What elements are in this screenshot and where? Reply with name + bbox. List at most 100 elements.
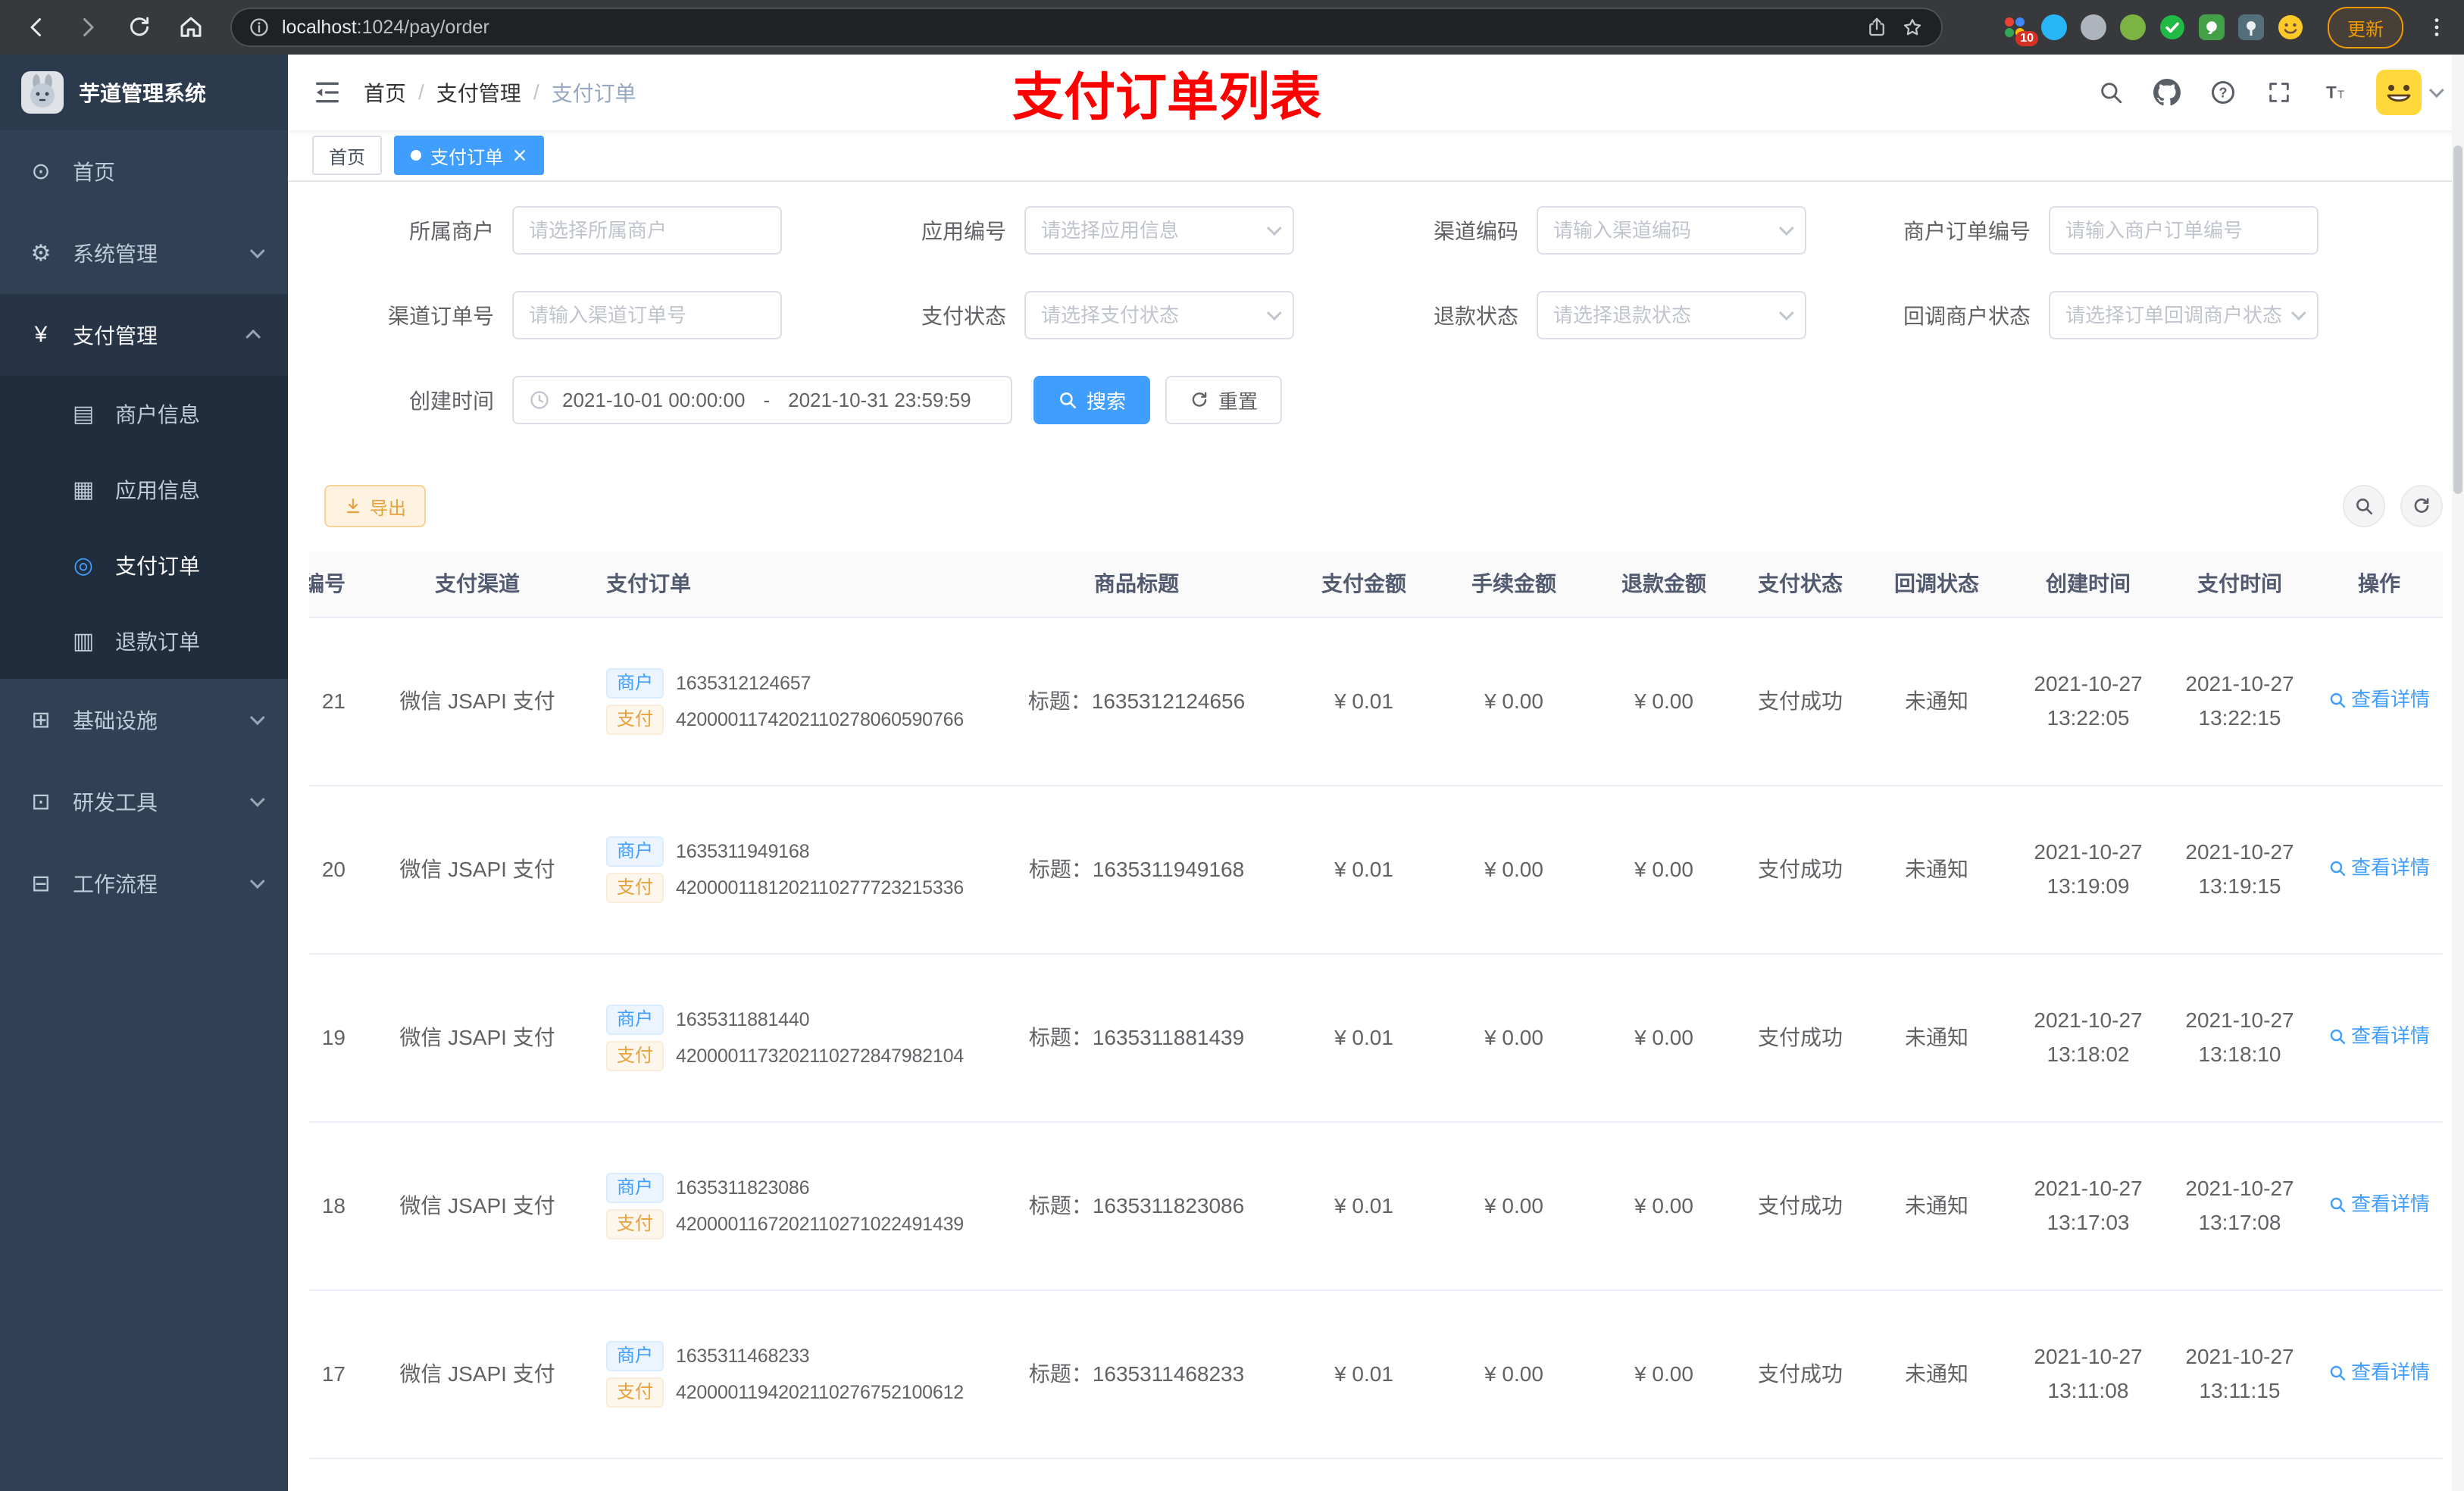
filter-select[interactable]: [2049, 291, 2319, 339]
scrollbar[interactable]: [2452, 55, 2464, 1491]
filter-row-1: 所属商户 应用编号 渠道编码 商户订单编号: [324, 206, 2443, 255]
view-detail-link[interactable]: 查看详情: [2328, 1189, 2430, 1221]
header-actions: ? TT: [2096, 70, 2444, 115]
back-icon: [30, 18, 41, 36]
extension-badge: 10: [2015, 31, 2038, 46]
font-size-button[interactable]: TT: [2320, 77, 2350, 108]
sidebar-item-label: 工作流程: [73, 873, 158, 896]
home-button[interactable]: [170, 6, 212, 48]
browser-update-button[interactable]: 更新: [2328, 6, 2403, 48]
github-button[interactable]: [2152, 77, 2182, 108]
browser-menu-button[interactable]: [2425, 14, 2449, 41]
view-detail-link[interactable]: 查看详情: [2328, 1357, 2430, 1389]
pay-badge: 支付: [606, 873, 664, 903]
avatar[interactable]: [2376, 70, 2422, 115]
close-icon[interactable]: [512, 148, 527, 163]
app-logo[interactable]: 芋道管理系统: [0, 55, 288, 130]
scrollbar-thumb[interactable]: [2453, 145, 2462, 494]
url-text: localhost:1024/pay/order: [282, 17, 1853, 39]
back-button[interactable]: [15, 6, 58, 48]
sidebar-item-infrastructure[interactable]: ⊞ 基础设施: [0, 679, 288, 761]
pay-badge: 支付: [606, 1209, 664, 1239]
column-header: 操作: [2357, 571, 2400, 595]
column-header: 手续金额: [1471, 571, 1556, 595]
sidebar-item-payment-mgmt[interactable]: ¥ 支付管理: [0, 294, 288, 376]
extension-icon-drop[interactable]: [2041, 14, 2067, 40]
extension-icon-pin[interactable]: [2238, 14, 2264, 40]
filter-field: 商户订单编号: [1861, 206, 2319, 255]
fullscreen-button[interactable]: [2264, 77, 2294, 108]
fold-icon: [316, 82, 339, 103]
refresh-table-button[interactable]: [2400, 485, 2443, 527]
filter-input-field[interactable]: [529, 303, 765, 327]
sidebar-item-refund-order[interactable]: ▥ 退款订单: [0, 603, 288, 679]
filter-field: 退款状态: [1349, 291, 1806, 339]
cell-pay-time: 2021-10-27 13:22:15: [2164, 667, 2315, 736]
extension-icon-gray[interactable]: [2081, 14, 2106, 40]
refresh-icon: [1192, 392, 1207, 407]
filter-input-field[interactable]: [2065, 218, 2302, 242]
filter-select[interactable]: [1024, 206, 1294, 255]
chevron-up-icon: [245, 329, 261, 345]
filter-select[interactable]: [1537, 291, 1806, 339]
filter-input-field[interactable]: [1553, 218, 1770, 242]
sidebar-item-workflow[interactable]: ⊟ 工作流程: [0, 842, 288, 924]
tab-pay-order[interactable]: 支付订单: [394, 136, 544, 175]
chevron-down-icon: [2428, 83, 2444, 98]
help-button[interactable]: ?: [2208, 77, 2238, 108]
target-icon: ◎: [73, 552, 94, 578]
breadcrumb-item[interactable]: 首页: [364, 77, 406, 108]
filter-input-field[interactable]: [1041, 303, 1258, 327]
reload-button[interactable]: [118, 6, 161, 48]
extension-icon-chat[interactable]: [2199, 14, 2225, 40]
view-detail-link[interactable]: 查看详情: [2328, 1021, 2430, 1052]
export-button[interactable]: 导出: [324, 485, 426, 527]
header-search-button[interactable]: [2096, 77, 2126, 108]
filter-input-field[interactable]: [2065, 303, 2282, 327]
view-detail-link[interactable]: 查看详情: [2328, 684, 2430, 716]
share-icon[interactable]: [1865, 16, 1888, 39]
filter-select[interactable]: [1024, 291, 1294, 339]
sidebar-item-pay-order[interactable]: ◎ 支付订单: [0, 527, 288, 603]
site-info-icon[interactable]: [249, 17, 270, 38]
extension-icon-check[interactable]: [2159, 14, 2185, 40]
sidebar-item-system-mgmt[interactable]: ⚙ 系统管理: [0, 212, 288, 294]
active-dot-icon: [411, 150, 421, 161]
date-range-picker[interactable]: 2021-10-01 00:00:00 - 2021-10-31 23:59:5…: [512, 376, 1012, 424]
sidebar-fold-button[interactable]: [312, 77, 342, 108]
toolbox-icon: ⊡: [31, 789, 51, 814]
extension-icon-grid[interactable]: 10: [2002, 14, 2038, 46]
search-button[interactable]: 搜索: [1033, 376, 1151, 424]
breadcrumb: 首页 / 支付管理 / 支付订单: [364, 77, 636, 108]
filter-input[interactable]: [512, 291, 782, 339]
filter-select[interactable]: [1537, 206, 1806, 255]
filter-input-field[interactable]: [1553, 303, 1770, 327]
toggle-search-button[interactable]: [2343, 485, 2385, 527]
bookmark-star-icon[interactable]: [1900, 15, 1925, 39]
filter-input-field[interactable]: [529, 218, 765, 242]
user-menu[interactable]: [2376, 70, 2444, 115]
reset-button[interactable]: 重置: [1165, 376, 1283, 424]
view-detail-link[interactable]: 查看详情: [2328, 852, 2430, 884]
sidebar-item-dev-tools[interactable]: ⊡ 研发工具: [0, 761, 288, 842]
sidebar-item-home[interactable]: ⊙ 首页: [0, 130, 288, 212]
extension-icon-emoji[interactable]: [2278, 14, 2303, 40]
address-bar[interactable]: localhost:1024/pay/order: [230, 8, 1943, 47]
filter-field: 渠道编码: [1349, 206, 1806, 255]
chevron-down-icon: [1266, 220, 1282, 236]
filter-input-field[interactable]: [1041, 218, 1258, 242]
sidebar-item-label: 系统管理: [73, 242, 158, 266]
sidebar-item-merchant-info[interactable]: ▤ 商户信息: [0, 376, 288, 452]
column-header: 回调状态: [1893, 571, 1979, 595]
table-row: 21 微信 JSAPI 支付 商户 1635312124657 支付 4200001174…: [309, 618, 2443, 786]
forward-button[interactable]: [67, 6, 109, 48]
filter-label: 创建时间: [408, 389, 494, 413]
extension-icon-green[interactable]: [2120, 14, 2146, 40]
filter-input[interactable]: [2049, 206, 2319, 255]
tab-home[interactable]: 首页: [312, 136, 382, 175]
chevron-down-icon: [1266, 305, 1282, 321]
sidebar-item-app-info[interactable]: ▦ 应用信息: [0, 452, 288, 527]
table-row: 20 微信 JSAPI 支付 商户 1635311949168 支付 4200001181…: [309, 786, 2443, 955]
filter-input[interactable]: [512, 206, 782, 255]
breadcrumb-item[interactable]: 支付管理: [436, 77, 521, 108]
